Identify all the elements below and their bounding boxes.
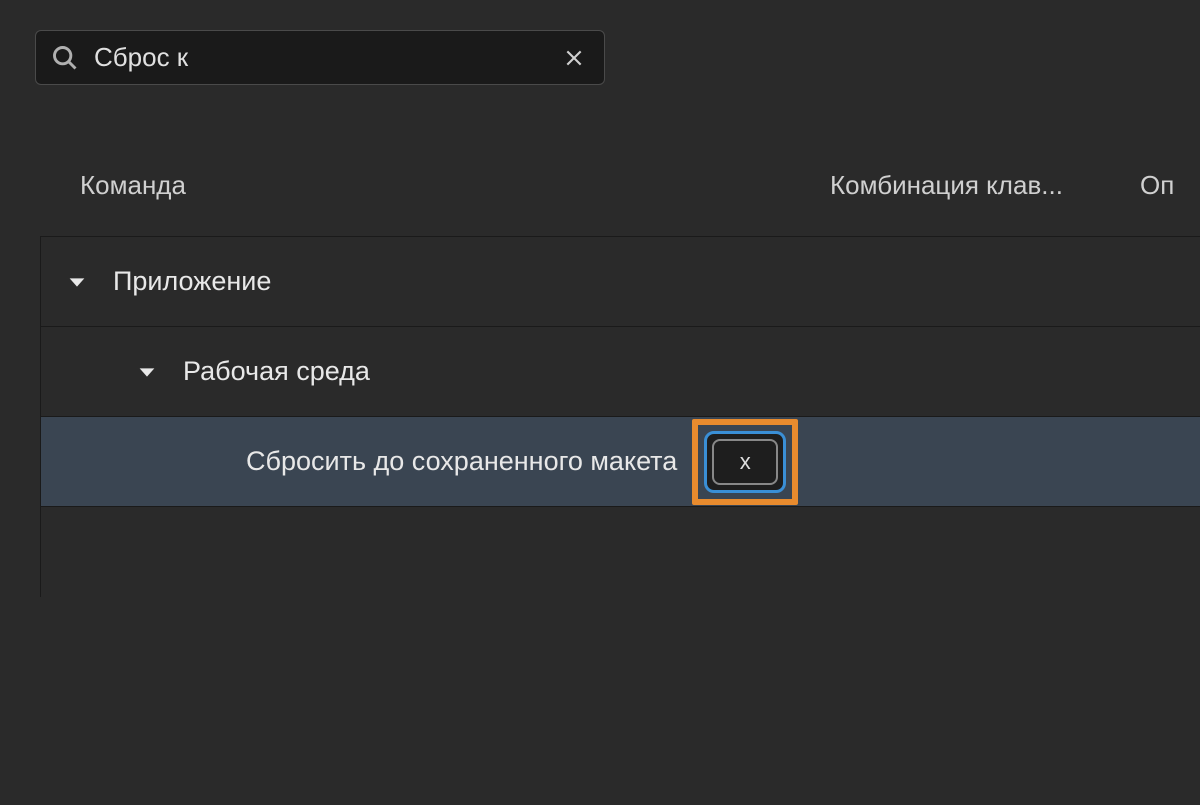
- search-input[interactable]: [79, 42, 564, 73]
- shortcut-highlight: x: [692, 419, 798, 505]
- header-shortcut[interactable]: Комбинация клав...: [830, 170, 1140, 201]
- header-command[interactable]: Команда: [80, 170, 830, 201]
- search-icon: [51, 44, 79, 72]
- shortcut-focus-ring: x: [704, 431, 786, 493]
- column-headers: Команда Комбинация клав... Оп: [0, 170, 1200, 201]
- tree-empty-row: [41, 507, 1200, 597]
- chevron-down-icon: [136, 361, 158, 383]
- tree-command-label: Сбросить до сохраненного макета: [246, 446, 677, 477]
- tree-category-application[interactable]: Приложение: [41, 237, 1200, 327]
- tree-category-label: Рабочая среда: [183, 356, 370, 387]
- shortcut-key-button[interactable]: x: [712, 439, 778, 485]
- tree-category-label: Приложение: [113, 266, 271, 297]
- search-container: [35, 30, 605, 85]
- header-description[interactable]: Оп: [1140, 170, 1174, 201]
- tree-command-reset-layout[interactable]: Сбросить до сохраненного макета x: [41, 417, 1200, 507]
- chevron-down-icon: [66, 271, 88, 293]
- command-tree: Приложение Рабочая среда Сбросить до сох…: [40, 236, 1200, 597]
- tree-category-workspace[interactable]: Рабочая среда: [41, 327, 1200, 417]
- clear-search-icon[interactable]: [564, 48, 584, 68]
